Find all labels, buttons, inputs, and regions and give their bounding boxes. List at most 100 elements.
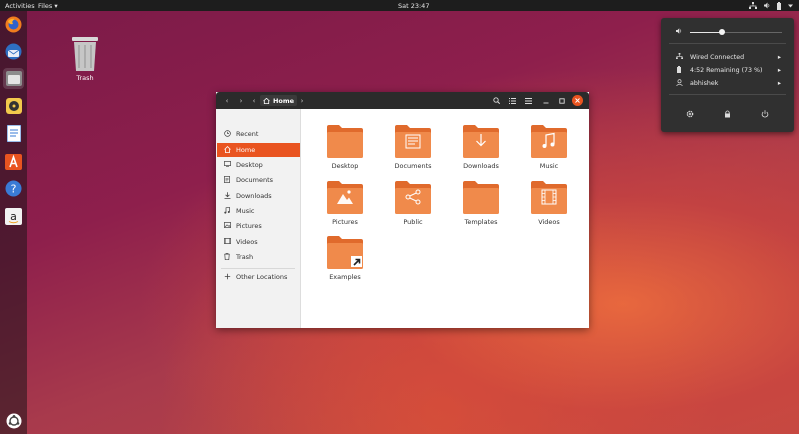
sidebar-item-label: Documents bbox=[236, 176, 274, 184]
minimize-icon bbox=[543, 102, 549, 103]
network-label: Wired Connected bbox=[690, 53, 745, 61]
folder-icon bbox=[327, 181, 363, 214]
settings-button[interactable] bbox=[686, 110, 694, 120]
files-icon[interactable] bbox=[3, 68, 24, 89]
power-button[interactable] bbox=[761, 110, 769, 120]
top-bar: Activities Files ▾ Sat 23:47 bbox=[0, 0, 799, 11]
network-icon bbox=[749, 2, 757, 9]
trash-icon bbox=[72, 37, 98, 71]
activities-button[interactable]: Activities bbox=[5, 2, 35, 10]
desktop-trash[interactable]: Trash bbox=[65, 34, 105, 82]
clock[interactable]: Sat 23:47 bbox=[398, 2, 429, 10]
folder-icon bbox=[395, 125, 431, 158]
sidebar-item-documents[interactable]: Documents bbox=[217, 173, 300, 187]
folder-public[interactable]: Public bbox=[383, 180, 443, 226]
network-row[interactable]: Wired Connected ▸ bbox=[661, 51, 794, 63]
search-button[interactable] bbox=[490, 95, 502, 106]
power-icon bbox=[761, 110, 769, 118]
folder-examples[interactable]: Examples bbox=[315, 235, 375, 281]
battery-icon bbox=[777, 1, 781, 10]
rhythmbox-icon[interactable] bbox=[3, 95, 24, 116]
divider bbox=[669, 94, 786, 95]
path-left-button[interactable]: ‹ bbox=[250, 95, 258, 106]
document-icon bbox=[223, 175, 231, 185]
path-right-button[interactable]: › bbox=[298, 95, 306, 106]
home-icon bbox=[263, 97, 270, 104]
sidebar-divider bbox=[221, 268, 295, 269]
maximize-button[interactable] bbox=[556, 95, 568, 106]
amazon-icon[interactable]: a bbox=[3, 206, 24, 227]
sidebar-item-pictures[interactable]: Pictures bbox=[217, 219, 300, 233]
folder-label: Desktop bbox=[331, 162, 359, 170]
settings-icon bbox=[686, 110, 694, 118]
folder-desktop[interactable]: Desktop bbox=[315, 124, 375, 170]
user-row[interactable]: abhishek ▸ bbox=[661, 77, 794, 89]
folder-icon bbox=[531, 125, 567, 158]
folder-icon bbox=[463, 181, 499, 214]
sidebar-item-trash[interactable]: Trash bbox=[217, 250, 300, 264]
download-icon bbox=[223, 191, 231, 201]
folder-videos[interactable]: Videos bbox=[519, 180, 579, 226]
firefox-icon[interactable] bbox=[3, 14, 24, 35]
header-bar: ‹ › ‹ Home › bbox=[216, 92, 589, 109]
folder-label: Examples bbox=[329, 273, 361, 281]
plus-icon bbox=[223, 273, 231, 282]
folder-pictures[interactable]: Pictures bbox=[315, 180, 375, 226]
sidebar-item-other-locations[interactable]: Other Locations bbox=[217, 270, 300, 284]
folder-templates[interactable]: Templates bbox=[451, 180, 511, 226]
folder-icon bbox=[463, 125, 499, 158]
libreoffice-writer-icon[interactable] bbox=[3, 123, 24, 144]
volume-slider-knob[interactable] bbox=[719, 29, 726, 35]
close-button[interactable] bbox=[572, 95, 583, 106]
app-menu[interactable]: Files ▾ bbox=[38, 2, 58, 10]
sidebar-item-home[interactable]: Home bbox=[217, 143, 300, 157]
folder-downloads[interactable]: Downloads bbox=[451, 124, 511, 170]
folder-music[interactable]: Music bbox=[519, 124, 579, 170]
desktop-trash-label: Trash bbox=[76, 74, 94, 82]
minimize-button[interactable] bbox=[540, 95, 552, 106]
forward-button[interactable]: › bbox=[235, 95, 247, 106]
battery-icon bbox=[677, 65, 681, 73]
hamburger-icon bbox=[524, 97, 532, 104]
menu-button[interactable] bbox=[522, 95, 534, 106]
search-icon bbox=[492, 97, 500, 104]
sidebar-item-downloads[interactable]: Downloads bbox=[217, 189, 300, 203]
trash-icon bbox=[223, 252, 231, 262]
sidebar-item-label: Desktop bbox=[236, 161, 263, 169]
divider bbox=[669, 43, 786, 44]
folder-label: Documents bbox=[394, 162, 432, 170]
sidebar-item-label: Recent bbox=[236, 130, 259, 138]
system-tray[interactable] bbox=[749, 0, 793, 11]
list-view-button[interactable] bbox=[506, 95, 518, 106]
sidebar-item-label: Videos bbox=[236, 238, 258, 246]
volume-row[interactable] bbox=[661, 26, 794, 38]
back-button[interactable]: ‹ bbox=[221, 95, 233, 106]
sidebar: Recent Home Desktop Documents Downloads Music… bbox=[216, 109, 301, 328]
show-applications-icon[interactable] bbox=[3, 410, 24, 431]
breadcrumb-label: Home bbox=[272, 96, 295, 105]
folder-label: Downloads bbox=[463, 162, 499, 170]
video-icon bbox=[223, 238, 231, 246]
sidebar-item-music[interactable]: Music bbox=[217, 204, 300, 218]
dock: ? a bbox=[0, 11, 27, 434]
software-center-icon[interactable] bbox=[3, 151, 24, 172]
list-view-icon bbox=[508, 97, 516, 104]
volume-slider[interactable] bbox=[690, 29, 782, 35]
lock-icon bbox=[725, 110, 730, 118]
folder-label: Templates bbox=[464, 218, 498, 226]
sidebar-item-desktop[interactable]: Desktop bbox=[217, 158, 300, 172]
volume-icon bbox=[676, 28, 682, 34]
help-icon[interactable]: ? bbox=[3, 178, 24, 199]
folder-label: Public bbox=[403, 218, 423, 226]
thunderbird-icon[interactable] bbox=[3, 41, 24, 62]
folder-documents[interactable]: Documents bbox=[383, 124, 443, 170]
breadcrumb-home[interactable]: Home bbox=[260, 95, 297, 106]
svg-text:?: ? bbox=[11, 183, 17, 196]
sidebar-item-label: Trash bbox=[236, 253, 254, 261]
sidebar-item-videos[interactable]: Videos bbox=[217, 235, 300, 249]
clock-icon bbox=[223, 129, 231, 139]
lock-button[interactable] bbox=[724, 110, 731, 120]
battery-row[interactable]: 4:52 Remaining (73 %) ▸ bbox=[661, 64, 794, 76]
sidebar-item-recent[interactable]: Recent bbox=[217, 127, 300, 141]
battery-label: 4:52 Remaining (73 %) bbox=[690, 66, 763, 74]
